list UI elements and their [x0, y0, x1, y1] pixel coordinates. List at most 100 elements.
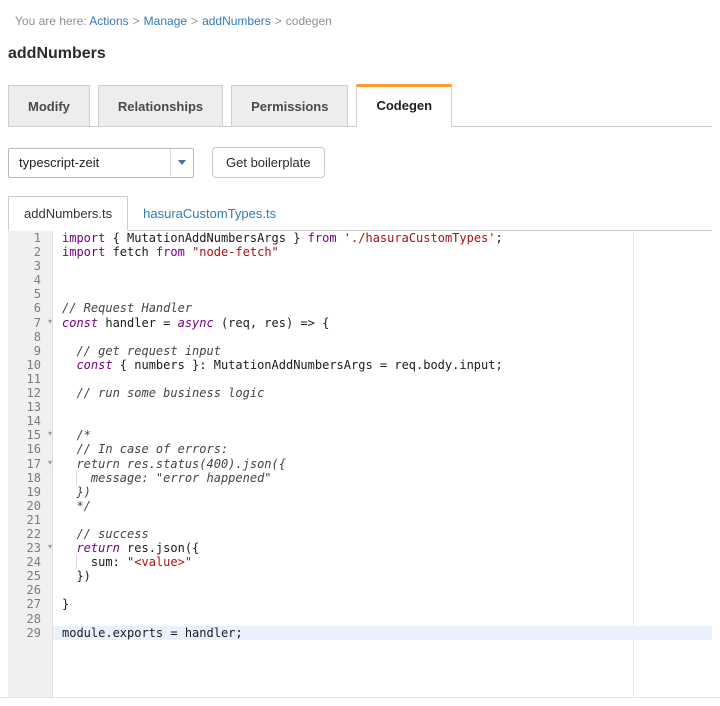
code-line-text: [53, 330, 712, 344]
code-token: { MutationAddNumbersArgs }: [105, 231, 307, 245]
code-line[interactable]: 27}: [8, 597, 712, 611]
code-line[interactable]: 24 sum: "<value>": [8, 555, 712, 569]
fold-toggle-icon[interactable]: ▾: [48, 540, 52, 554]
fold-toggle-icon[interactable]: ▾: [48, 456, 52, 470]
breadcrumb-items: Actions>Manage>addNumbers>codegen: [89, 14, 332, 28]
fold-toggle-icon[interactable]: ▾: [48, 427, 52, 441]
code-line[interactable]: 23▾ return res.json({: [8, 541, 712, 555]
code-token: from: [308, 231, 337, 245]
line-number: 19: [8, 485, 53, 499]
code-token: const: [62, 316, 98, 330]
file-tab-addnumbers.ts[interactable]: addNumbers.ts: [8, 196, 128, 231]
code-token: [185, 245, 192, 259]
code-line-text: */: [53, 499, 712, 513]
breadcrumb: You are here: Actions>Manage>addNumbers>…: [8, 0, 712, 28]
code-line-text: const { numbers }: MutationAddNumbersArg…: [53, 358, 712, 372]
line-number: 12: [8, 386, 53, 400]
code-line-text: return res.json({: [53, 541, 712, 555]
code-line[interactable]: 22 // success: [8, 527, 712, 541]
code-token: import: [62, 231, 105, 245]
code-line-text: /*: [53, 428, 712, 442]
code-line[interactable]: 7▾const handler = async (req, res) => {: [8, 316, 712, 330]
code-line[interactable]: 13: [8, 400, 712, 414]
code-line[interactable]: 4: [8, 273, 712, 287]
code-line[interactable]: 15▾ /*: [8, 428, 712, 442]
code-token: return res.status(400).json({: [62, 457, 286, 471]
code-line-text: [53, 400, 712, 414]
line-number: 6: [8, 301, 53, 315]
code-line[interactable]: 29module.exports = handler;: [8, 626, 712, 640]
code-token: from: [156, 245, 185, 259]
page-title: addNumbers: [8, 45, 712, 63]
line-number: 29: [8, 626, 53, 640]
breadcrumb-prefix: You are here:: [15, 14, 87, 28]
code-line-text: [53, 414, 712, 428]
tab-permissions[interactable]: Permissions: [231, 85, 348, 127]
code-line[interactable]: 8: [8, 330, 712, 344]
code-token: return: [76, 541, 119, 555]
line-number: 17▾: [8, 457, 53, 471]
tab-relationships[interactable]: Relationships: [98, 85, 223, 127]
code-line-text: import fetch from "node-fetch": [53, 245, 712, 259]
code-line-text: [53, 513, 712, 527]
code-line[interactable]: 2import fetch from "node-fetch": [8, 245, 712, 259]
indent-guide: [76, 471, 77, 485]
code-line-text: // get request input: [53, 344, 712, 358]
code-line-text: [53, 287, 712, 301]
line-number: 26: [8, 583, 53, 597]
code-line-text: // run some business logic: [53, 386, 712, 400]
code-line[interactable]: 10 const { numbers }: MutationAddNumbers…: [8, 358, 712, 372]
code-line-text: sum: "<value>": [53, 555, 712, 569]
line-number: 10: [8, 358, 53, 372]
line-number: 24: [8, 555, 53, 569]
code-line[interactable]: 11: [8, 372, 712, 386]
code-line[interactable]: 12 // run some business logic: [8, 386, 712, 400]
line-number: 20: [8, 499, 53, 513]
code-line[interactable]: 3: [8, 259, 712, 273]
code-line-text: // success: [53, 527, 712, 541]
code-line[interactable]: 25 }): [8, 569, 712, 583]
framework-select[interactable]: typescript-zeit: [8, 148, 194, 178]
code-line[interactable]: 5: [8, 287, 712, 301]
breadcrumb-item-manage[interactable]: Manage: [144, 14, 187, 28]
file-tab-bar: addNumbers.tshasuraCustomTypes.ts: [8, 196, 712, 231]
codegen-toolbar: typescript-zeit Get boilerplate: [8, 147, 712, 178]
tab-modify[interactable]: Modify: [8, 85, 90, 127]
code-line[interactable]: 16 // In case of errors:: [8, 442, 712, 456]
code-token: [62, 541, 76, 555]
code-token: './hasuraCustomTypes': [344, 231, 496, 245]
line-number: 27: [8, 597, 53, 611]
code-token: // get request input: [62, 344, 221, 358]
code-line-text: [53, 273, 712, 287]
code-line[interactable]: 14: [8, 414, 712, 428]
line-number: 1: [8, 231, 53, 245]
code-line[interactable]: 1import { MutationAddNumbersArgs } from …: [8, 231, 712, 245]
code-line[interactable]: 17▾ return res.status(400).json({: [8, 457, 712, 471]
breadcrumb-item-addnumbers[interactable]: addNumbers: [202, 14, 271, 28]
line-number: 4: [8, 273, 53, 287]
get-boilerplate-button[interactable]: Get boilerplate: [212, 147, 325, 178]
line-number: 15▾: [8, 428, 53, 442]
code-line-text: // Request Handler: [53, 301, 712, 315]
code-token: res.json({: [120, 541, 199, 555]
code-line[interactable]: 20 */: [8, 499, 712, 513]
fold-toggle-icon[interactable]: ▾: [48, 315, 52, 329]
code-token: ;: [496, 231, 503, 245]
code-token: "node-fetch": [192, 245, 279, 259]
code-line[interactable]: 28: [8, 612, 712, 626]
line-number: 13: [8, 400, 53, 414]
code-line[interactable]: 19 }): [8, 485, 712, 499]
file-tab-hasuracustomtypes.ts[interactable]: hasuraCustomTypes.ts: [128, 197, 291, 230]
code-line[interactable]: 26: [8, 583, 712, 597]
code-line[interactable]: 21: [8, 513, 712, 527]
code-token: fetch: [105, 245, 156, 259]
code-line[interactable]: 18 message: "error happened": [8, 471, 712, 485]
code-line[interactable]: 6// Request Handler: [8, 301, 712, 315]
line-number: 28: [8, 612, 53, 626]
breadcrumb-item-actions[interactable]: Actions: [89, 14, 128, 28]
tab-codegen[interactable]: Codegen: [356, 84, 452, 127]
code-line[interactable]: 9 // get request input: [8, 344, 712, 358]
code-token: async: [178, 316, 214, 330]
code-token: handler =: [98, 316, 177, 330]
code-editor[interactable]: 1import { MutationAddNumbersArgs } from …: [8, 231, 712, 697]
